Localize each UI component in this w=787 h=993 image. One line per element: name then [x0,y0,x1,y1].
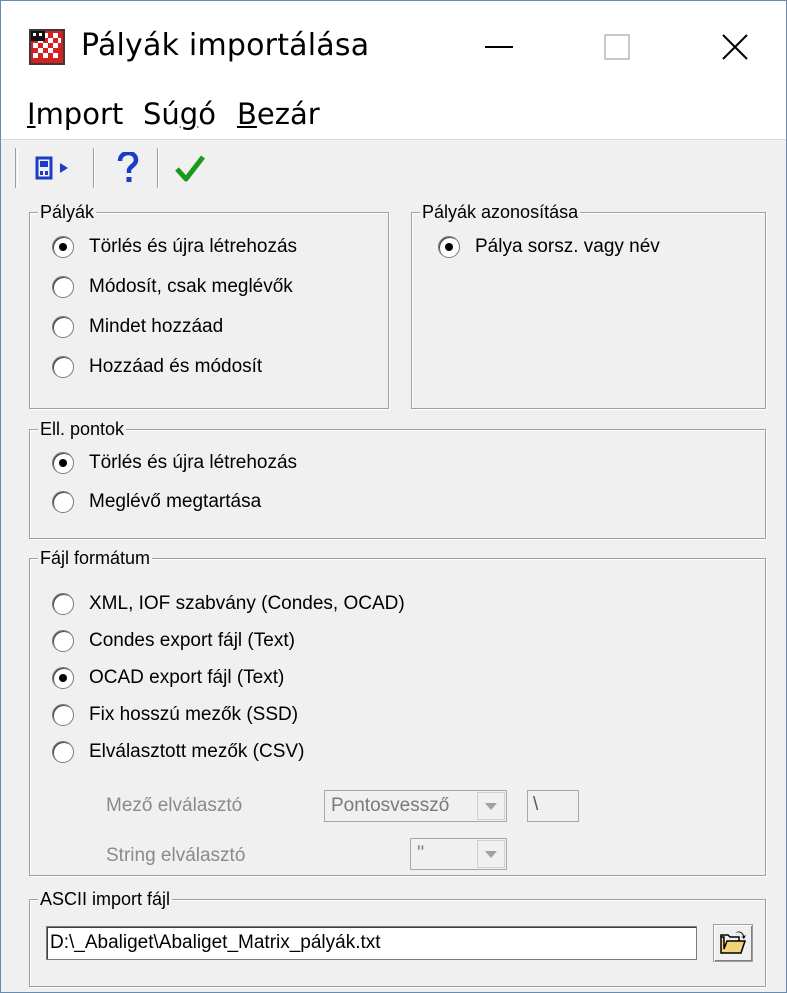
radio-label: Fix hosszú mezők (SSD) [89,704,299,725]
radio-label: Törlés és újra létrehozás [89,236,298,257]
radio-xml-iof[interactable]: XML, IOF szabvány (Condes, OCAD) [52,593,405,615]
radio-palya-sorsz[interactable]: Pálya sorsz. vagy név [438,236,660,258]
radio-mindet[interactable]: Mindet hozzáad [52,316,223,338]
radio-csv[interactable]: Elválasztott mezők (CSV) [52,741,304,763]
string-elvalaszto-label: String elválasztó [106,845,246,866]
radio-condes-export[interactable]: Condes export fájl (Text) [52,630,295,652]
menu-bar: Import Súgó Bezár [1,93,786,139]
palyak-group: Pályák Törlés és újra létrehozás Módosít… [29,201,389,409]
radio-dot [52,452,74,474]
import-courses-window: Pályák importálása Import Súgó Bezár Pál… [0,0,787,993]
radio-label: XML, IOF szabvány (Condes, OCAD) [89,593,405,614]
radio-label: Pálya sorsz. vagy név [475,236,660,257]
toolbar-separator [93,148,95,188]
toolbar-separator [157,148,159,188]
radio-label: Hozzáad és módosít [89,356,263,377]
help-button[interactable] [109,148,147,188]
ok-checkmark-icon [175,155,205,182]
group-title: Fájl formátum [38,547,153,569]
string-elvalaszto-select[interactable]: '' [410,838,507,870]
radio-dot [52,236,74,258]
select-value: '' [417,843,425,864]
radio-dot [438,236,460,258]
menu-import[interactable]: Import [27,97,123,131]
mezo-elvalaszto-select[interactable]: Pontosvessző [324,790,507,822]
radio-hozzaad-modosit[interactable]: Hozzáad és módosít [52,356,262,378]
exit-button[interactable] [33,148,71,188]
ell-pontok-group: Ell. pontok Törlés és újra létrehozás Me… [29,418,766,539]
menu-sugo[interactable]: Súgó [143,97,216,131]
fajl-formatum-group: Fájl formátum XML, IOF szabvány (Condes,… [29,547,766,876]
checkered-flag-icon [29,29,65,65]
radio-torles-ujra[interactable]: Törlés és újra létrehozás [52,236,297,258]
close-icon [722,34,748,60]
select-value: Pontosvessző [331,795,450,816]
chevron-down-icon[interactable] [477,792,505,820]
radio-ell-torles[interactable]: Törlés és újra létrehozás [52,452,297,474]
ok-button[interactable] [171,148,209,188]
radio-label: Módosít, csak meglévők [89,276,293,297]
toolbar-grip [15,148,18,188]
radio-dot [52,276,74,298]
radio-fix-hosszu[interactable]: Fix hosszú mezők (SSD) [52,704,298,726]
ascii-import-group: ASCII import fájl D:\_Abaliget\Abaliget_… [29,888,766,987]
toolbar [1,139,786,195]
maximize-button[interactable] [571,1,663,93]
radio-label: Condes export fájl (Text) [89,630,295,651]
radio-label: Meglévő megtartása [89,491,262,512]
help-question-icon [117,152,139,182]
radio-dot [52,356,74,378]
window-title: Pályák importálása [81,28,370,63]
radio-dot [52,704,74,726]
chevron-down-icon[interactable] [477,840,505,868]
radio-ell-megtartas[interactable]: Meglévő megtartása [52,491,261,513]
exit-door-icon [35,156,68,180]
import-file-path-input[interactable]: D:\_Abaliget\Abaliget_Matrix_pályák.txt [46,926,697,960]
radio-label: OCAD export fájl (Text) [89,667,285,688]
radio-dot [52,593,74,615]
group-title: Pályák azonosítása [420,201,581,223]
mezo-elvalaszto-extra[interactable]: \ [527,790,579,822]
mezo-elvalaszto-label: Mező elválasztó [106,795,243,816]
menu-bezar[interactable]: Bezár [237,97,320,131]
radio-dot [52,667,74,689]
close-button[interactable] [689,1,781,93]
group-title: Ell. pontok [38,418,127,440]
radio-label: Mindet hozzáad [89,316,224,337]
minimize-icon [485,46,513,48]
radio-label: Elválasztott mezők (CSV) [89,741,305,762]
browse-file-button[interactable] [713,924,753,962]
radio-label: Törlés és újra létrehozás [89,452,298,473]
radio-modosit[interactable]: Módosít, csak meglévők [52,276,293,298]
azonositas-group: Pályák azonosítása Pálya sorsz. vagy név [411,201,766,409]
group-title: ASCII import fájl [38,888,173,910]
group-title: Pályák [38,201,97,223]
maximize-icon [604,34,630,60]
radio-ocad-export[interactable]: OCAD export fájl (Text) [52,667,284,689]
radio-dot [52,491,74,513]
radio-dot [52,316,74,338]
title-bar[interactable]: Pályák importálása [1,1,786,93]
radio-dot [52,741,74,763]
radio-dot [52,630,74,652]
minimize-button[interactable] [453,1,545,93]
open-folder-icon [720,931,747,954]
